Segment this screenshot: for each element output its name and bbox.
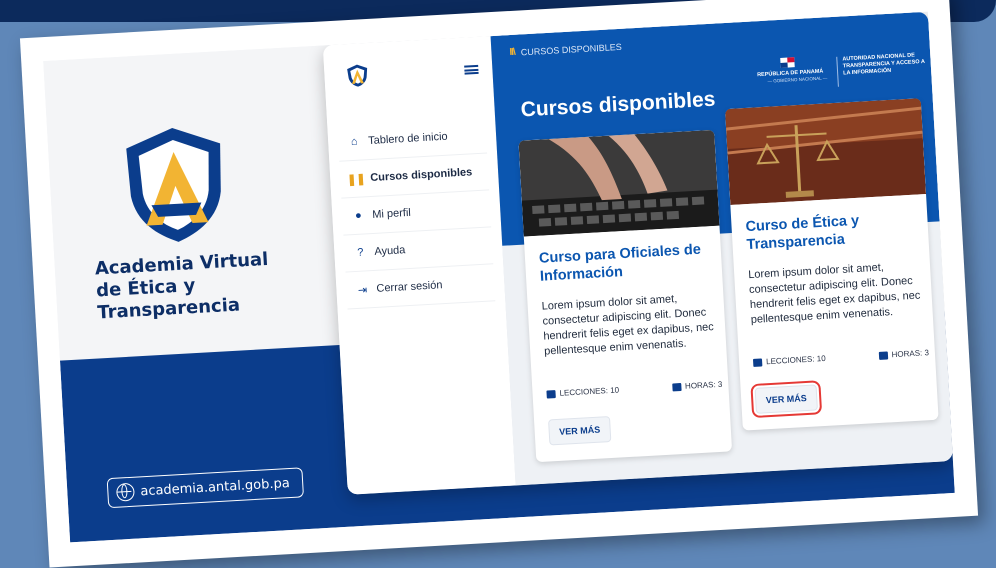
sidebar-item-label: Cerrar sesión bbox=[376, 279, 443, 295]
clock-icon bbox=[878, 350, 888, 360]
courses-icon: II\ bbox=[509, 46, 516, 59]
book-icon bbox=[752, 357, 763, 367]
help-icon: ? bbox=[357, 246, 364, 259]
course-card: Curso de Ética y Transparencia Lorem ips… bbox=[724, 98, 939, 431]
panama-flag-icon bbox=[780, 57, 795, 68]
divider bbox=[836, 56, 839, 87]
lessons-count: LECCIONES: 10 bbox=[546, 385, 620, 399]
sidebar: ⌂ Tablero de inicio ❚❚ Cursos disponible… bbox=[322, 36, 517, 495]
ver-mas-button[interactable]: VER MÁS bbox=[750, 379, 823, 419]
authority-name: AUTORIDAD NACIONAL DE TRANSPARENCIA Y AC… bbox=[842, 52, 925, 77]
lessons-label: LECCIONES: 10 bbox=[559, 385, 620, 398]
app-window: ⌂ Tablero de inicio ❚❚ Cursos disponible… bbox=[322, 11, 953, 495]
course-description: Lorem ipsum dolor sit amet, consectetur … bbox=[541, 293, 715, 358]
globe-icon bbox=[115, 482, 135, 502]
brand-title: Academia Virtual de Ética y Transparenci… bbox=[94, 248, 269, 324]
sidebar-logo-icon[interactable] bbox=[346, 63, 369, 88]
menu-toggle-icon[interactable] bbox=[464, 64, 479, 75]
course-card: Curso para Oficiales de Información Lore… bbox=[518, 129, 733, 463]
hours-label: HORAS: 3 bbox=[891, 348, 930, 360]
course-image-keyboard bbox=[518, 129, 720, 237]
home-icon: ⌂ bbox=[350, 135, 358, 149]
hours-count: HORAS: 3 bbox=[671, 379, 723, 392]
website-url: academia.antal.gob.pa bbox=[139, 475, 291, 499]
sidebar-nav: ⌂ Tablero de inicio ❚❚ Cursos disponible… bbox=[327, 116, 505, 310]
course-meta: LECCIONES: 10 HORAS: 3 bbox=[546, 379, 723, 399]
course-title[interactable]: Curso de Ética y Transparencia bbox=[745, 209, 917, 254]
screenshot-frame: Academia Virtual de Ética y Transparenci… bbox=[19, 0, 979, 568]
hours-label: HORAS: 3 bbox=[684, 379, 723, 391]
main-content: II\ CURSOS DISPONIBLES Cursos disponible… bbox=[490, 11, 953, 486]
sidebar-item-label: Cursos disponibles bbox=[369, 166, 473, 185]
sidebar-item-cerrar-sesion[interactable]: ⇥ Cerrar sesión bbox=[345, 264, 496, 310]
courses-icon: ❚❚ bbox=[346, 172, 366, 186]
scene: Academia Virtual de Ética y Transparenci… bbox=[43, 11, 955, 543]
sidebar-item-label: Ayuda bbox=[374, 244, 406, 258]
sidebar-item-label: Tablero de inicio bbox=[367, 130, 448, 148]
user-icon: ● bbox=[354, 209, 363, 222]
logout-icon: ⇥ bbox=[357, 283, 368, 297]
course-meta: LECCIONES: 10 HORAS: 3 bbox=[752, 348, 929, 367]
course-description: Lorem ipsum dolor sit amet, consectetur … bbox=[747, 261, 921, 327]
lessons-label: LECCIONES: 10 bbox=[765, 353, 826, 367]
sidebar-item-label: Mi perfil bbox=[372, 206, 412, 221]
hours-count: HORAS: 3 bbox=[878, 348, 929, 360]
course-title[interactable]: Curso para Oficiales de Información bbox=[539, 240, 711, 285]
clock-icon bbox=[671, 382, 682, 392]
academy-logo-icon bbox=[126, 128, 221, 242]
course-image-scales bbox=[724, 98, 927, 205]
book-icon bbox=[546, 389, 556, 399]
ver-mas-button[interactable]: VER MÁS bbox=[548, 416, 612, 446]
lessons-count: LECCIONES: 10 bbox=[752, 353, 826, 367]
